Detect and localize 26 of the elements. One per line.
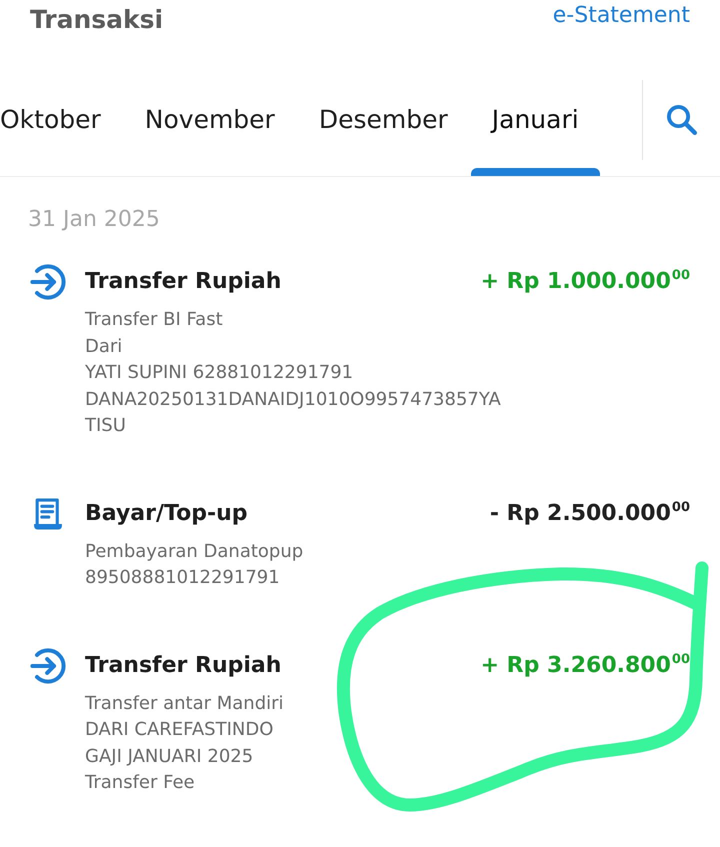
transaction-detail: 89508881012291791: [85, 566, 280, 590]
transaction-detail: YATI SUPINI 62881012291791: [85, 361, 354, 385]
transaction-title: Bayar/Top-up: [85, 500, 248, 528]
transaction-detail: TISU: [85, 414, 126, 438]
transaction-title: Transfer Rupiah: [85, 652, 282, 680]
arrow-circle-icon: [30, 264, 66, 300]
page-title: Transaksi: [30, 4, 164, 36]
transaction-detail: Transfer Fee: [85, 771, 195, 795]
transaction-detail: DARI CAREFASTINDO: [85, 718, 274, 742]
search-icon: [666, 105, 696, 135]
transaction-detail: Dari: [85, 334, 122, 358]
transaction-amount: + Rp 1.000.000$^{00}$: [480, 267, 690, 296]
transaction-detail: GAJI JANUARI 2025: [85, 744, 254, 768]
month-tab[interactable]: Januari: [470, 78, 600, 176]
transaction-detail: Transfer antar Mandiri: [85, 692, 284, 716]
date-heading: 31 Jan 2025: [28, 206, 161, 234]
transaction-detail: DANA20250131DANAIDJ1010O9957473857YA: [85, 388, 501, 412]
transaction-amount: + Rp 3.260.800$^{00}$: [480, 650, 690, 680]
transaction-title: Transfer Rupiah: [85, 268, 282, 296]
transaction-detail: Transfer BI Fast: [85, 308, 223, 332]
transaction-amount: - Rp 2.500.000$^{00}$: [490, 498, 690, 528]
e-statement-link[interactable]: e-Statement: [552, 0, 690, 32]
month-tab[interactable]: Desember: [298, 78, 469, 176]
month-tab[interactable]: November: [124, 78, 296, 176]
arrow-circle-icon: [30, 648, 66, 684]
transaction-detail: Pembayaran Danatopup: [85, 540, 304, 564]
